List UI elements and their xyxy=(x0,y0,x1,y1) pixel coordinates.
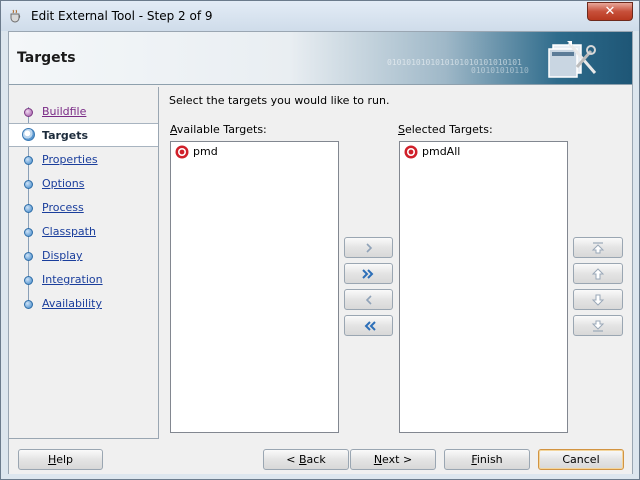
close-icon: ✕ xyxy=(604,4,616,19)
nav-item-label[interactable]: Availability xyxy=(42,297,102,310)
move-right-button[interactable] xyxy=(344,237,393,258)
nav-item-buildfile[interactable]: Buildfile xyxy=(9,101,158,123)
double-chevron-right-icon xyxy=(361,268,373,279)
finish-button[interactable]: Finish xyxy=(444,449,530,470)
nav-item-label[interactable]: Properties xyxy=(42,153,98,166)
list-item[interactable]: pmd xyxy=(173,144,333,160)
nav-item-options[interactable]: Options xyxy=(9,173,158,195)
cancel-button[interactable]: Cancel xyxy=(538,449,624,470)
step-dot-icon xyxy=(24,108,33,117)
double-chevron-left-icon xyxy=(364,320,376,331)
nav-item-display[interactable]: Display xyxy=(9,245,158,267)
move-to-bottom-button[interactable] xyxy=(573,315,623,336)
nav-item-label: Targets xyxy=(42,129,89,142)
coffee-cup-icon xyxy=(10,9,21,23)
move-to-bottom-icon xyxy=(591,320,605,332)
nav-item-process[interactable]: Process xyxy=(9,197,158,219)
nav-item-label[interactable]: Display xyxy=(42,249,83,262)
step-dot-icon xyxy=(24,204,33,213)
wizard-tools-icon xyxy=(548,41,597,78)
step-dot-icon xyxy=(24,252,33,261)
move-up-button[interactable] xyxy=(573,263,623,284)
nav-item-label[interactable]: Classpath xyxy=(42,225,96,238)
step-dot-icon xyxy=(24,156,33,165)
step-dot-icon xyxy=(24,300,33,309)
move-to-top-icon xyxy=(591,241,605,253)
button-bar: Help < Back Next > Finish Cancel xyxy=(9,440,632,474)
step-dot-icon xyxy=(24,276,33,285)
wizard-steps-nav: Buildfile Targets Properties Options Pro… xyxy=(9,87,159,439)
nav-item-label[interactable]: Options xyxy=(42,177,84,190)
move-all-left-button[interactable] xyxy=(344,315,393,336)
nav-item-availability[interactable]: Availability xyxy=(9,293,158,315)
chevron-right-icon xyxy=(365,242,372,253)
list-item-label: pmd xyxy=(193,145,218,158)
chevron-left-icon xyxy=(365,294,372,305)
page-title: Targets xyxy=(17,50,76,66)
target-icon xyxy=(404,145,418,159)
step-dot-icon xyxy=(24,180,33,189)
selected-targets-label: Selected Targets: xyxy=(398,123,493,136)
window-title: Edit External Tool - Step 2 of 9 xyxy=(31,9,213,23)
nav-item-integration[interactable]: Integration xyxy=(9,269,158,291)
dialog-client: Targets 0101010101010101010101010101 010… xyxy=(8,31,633,474)
available-targets-list[interactable]: pmd xyxy=(170,141,339,433)
move-to-top-button[interactable] xyxy=(573,237,623,258)
available-targets-label: Available Targets: xyxy=(170,123,267,136)
title-bar[interactable]: Edit External Tool - Step 2 of 9 ✕ xyxy=(1,1,639,31)
header-banner: Targets 0101010101010101010101010101 010… xyxy=(9,32,632,85)
nav-item-targets[interactable]: Targets xyxy=(9,123,158,147)
dialog-window: Edit External Tool - Step 2 of 9 ✕ Targe… xyxy=(0,0,640,480)
move-down-icon xyxy=(591,294,605,306)
selected-targets-list[interactable]: pmdAll xyxy=(399,141,568,433)
nav-item-properties[interactable]: Properties xyxy=(9,149,158,171)
next-button[interactable]: Next > xyxy=(350,449,436,470)
close-button[interactable]: ✕ xyxy=(587,2,633,21)
nav-item-label[interactable]: Process xyxy=(42,201,84,214)
nav-item-label[interactable]: Integration xyxy=(42,273,103,286)
nav-item-label[interactable]: Buildfile xyxy=(42,105,86,118)
move-down-button[interactable] xyxy=(573,289,623,310)
instruction-text: Select the targets you would like to run… xyxy=(169,94,390,107)
list-item-label: pmdAll xyxy=(422,145,461,158)
list-item[interactable]: pmdAll xyxy=(402,144,562,160)
nav-item-classpath[interactable]: Classpath xyxy=(9,221,158,243)
move-all-right-button[interactable] xyxy=(344,263,393,284)
banner-binary-text-2: 010101010110 xyxy=(471,66,529,75)
target-icon xyxy=(175,145,189,159)
current-step-icon xyxy=(22,128,35,141)
main-panel: Select the targets you would like to run… xyxy=(160,87,632,439)
back-button[interactable]: < Back xyxy=(263,449,349,470)
help-button[interactable]: Help xyxy=(18,449,103,470)
move-up-icon xyxy=(591,267,605,279)
step-dot-icon xyxy=(24,228,33,237)
move-left-button[interactable] xyxy=(344,289,393,310)
